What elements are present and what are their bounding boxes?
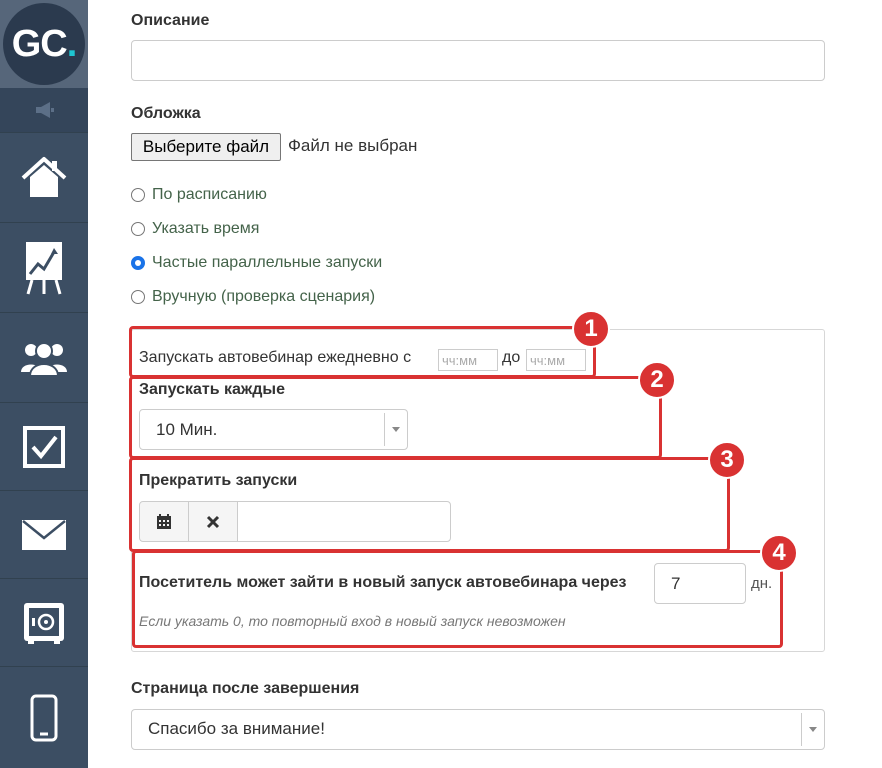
annotation-box-4 (132, 550, 783, 648)
phone-icon (30, 694, 58, 741)
logo-letters: GC (11, 22, 68, 65)
announcement-button[interactable] (0, 88, 88, 132)
radio-button[interactable] (131, 222, 145, 236)
annotation-badge-1: 1 (572, 310, 610, 348)
sidebar-item-mobile[interactable] (0, 666, 88, 768)
annotation-badge-3: 3 (708, 441, 746, 479)
envelope-icon (22, 519, 66, 550)
logo-circle: GC. (3, 3, 85, 85)
sidebar-item-tasks[interactable] (0, 402, 88, 490)
logo[interactable]: GC. (0, 0, 88, 88)
sidebar-item-statistics[interactable] (0, 222, 88, 312)
description-input[interactable] (131, 40, 825, 81)
after-page-label: Страница после завершения (131, 680, 360, 697)
radio-button-checked[interactable] (131, 256, 145, 270)
megaphone-icon (36, 102, 54, 118)
chevron-down-icon[interactable] (809, 727, 817, 732)
radio-label: Вручную (проверка сценария) (152, 288, 376, 305)
radio-frequent-launches[interactable]: Частые параллельные запуски (131, 254, 382, 272)
radio-schedule[interactable]: По расписанию (131, 186, 267, 204)
choose-file-button[interactable]: Выберите файл (131, 133, 281, 161)
annotation-badge-2: 2 (638, 361, 676, 399)
sidebar-item-sales[interactable] (0, 578, 88, 666)
sidebar: GC. (0, 0, 88, 768)
after-page-value: Спасибо за внимание! (148, 719, 325, 738)
select-divider (801, 713, 802, 746)
annotation-box-3 (129, 457, 730, 552)
safe-icon (24, 602, 64, 644)
chart-board-icon (26, 241, 62, 294)
logo-dot: . (66, 22, 78, 65)
annotation-badge-4: 4 (760, 534, 798, 572)
radio-manual[interactable]: Вручную (проверка сценария) (131, 288, 375, 306)
radio-label: По расписанию (152, 186, 267, 203)
radio-button[interactable] (131, 290, 145, 304)
annotation-box-2 (129, 376, 662, 459)
file-status: Файл не выбран (288, 136, 418, 155)
radio-specify-time[interactable]: Указать время (131, 220, 259, 238)
annotation-box-1 (129, 326, 596, 378)
sidebar-item-home[interactable] (0, 132, 88, 222)
users-icon (21, 341, 67, 377)
logo-text: GC. (11, 22, 78, 66)
radio-label: Указать время (152, 220, 260, 237)
checkbox-icon (23, 425, 65, 468)
home-icon (21, 156, 67, 197)
sidebar-item-messages[interactable] (0, 490, 88, 578)
radio-label: Частые параллельные запуски (152, 254, 383, 271)
radio-button[interactable] (131, 188, 145, 202)
sidebar-item-users[interactable] (0, 312, 88, 402)
description-label: Описание (131, 12, 210, 29)
cover-label: Обложка (131, 105, 201, 122)
